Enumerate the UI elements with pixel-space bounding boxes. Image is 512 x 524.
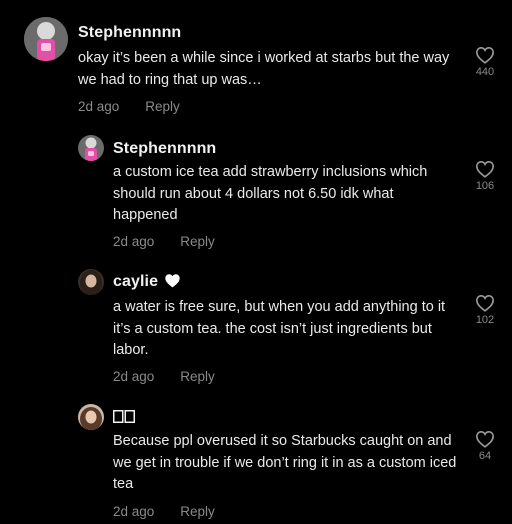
comment-meta: 2d ago Reply (113, 369, 215, 384)
like-count: 106 (475, 180, 495, 192)
avatar[interactable] (24, 17, 68, 61)
reply-button[interactable]: Reply (180, 369, 215, 384)
like-button[interactable]: 64 (470, 430, 500, 462)
like-count: 440 (475, 66, 495, 78)
comment-text: okay it’s been a while since i worked at… (78, 50, 450, 88)
comment-username[interactable] (113, 408, 135, 428)
comment-time: 2d ago (113, 504, 155, 519)
avatar[interactable] (78, 404, 104, 430)
avatar[interactable] (78, 135, 104, 161)
comment-text: a water is free sure, but when you add a… (113, 299, 446, 358)
white-heart-icon (165, 274, 180, 288)
reply-button[interactable]: Reply (145, 99, 180, 114)
comment-time: 2d ago (113, 369, 155, 384)
like-count: 102 (475, 314, 495, 326)
heart-outline-icon (475, 46, 495, 64)
comment-meta: 2d ago Reply (113, 234, 215, 249)
comment-time: 2d ago (113, 234, 155, 249)
like-button[interactable]: 440 (470, 46, 500, 78)
heart-outline-icon (475, 160, 495, 178)
comment-meta: 2d ago Reply (113, 504, 215, 519)
comment-username[interactable]: Stephennnnn (113, 140, 216, 158)
comment-text: a custom ice tea add strawberry inclusio… (113, 164, 428, 223)
reply-button[interactable]: Reply (180, 504, 215, 519)
comment-text: Because ppl overused it so Starbucks cau… (113, 433, 457, 492)
comment-time: 2d ago (78, 99, 120, 114)
avatar[interactable] (78, 269, 104, 295)
like-count: 64 (478, 450, 492, 462)
reply-button[interactable]: Reply (180, 234, 215, 249)
comment-username[interactable]: caylie (113, 273, 181, 291)
like-button[interactable]: 106 (470, 160, 500, 192)
comment-username[interactable]: Stephennnnn (78, 24, 181, 42)
heart-outline-icon (475, 430, 495, 448)
missing-glyph-icon (113, 410, 135, 428)
comment-meta: 2d ago Reply (78, 99, 180, 114)
heart-outline-icon (475, 294, 495, 312)
like-button[interactable]: 102 (470, 294, 500, 326)
